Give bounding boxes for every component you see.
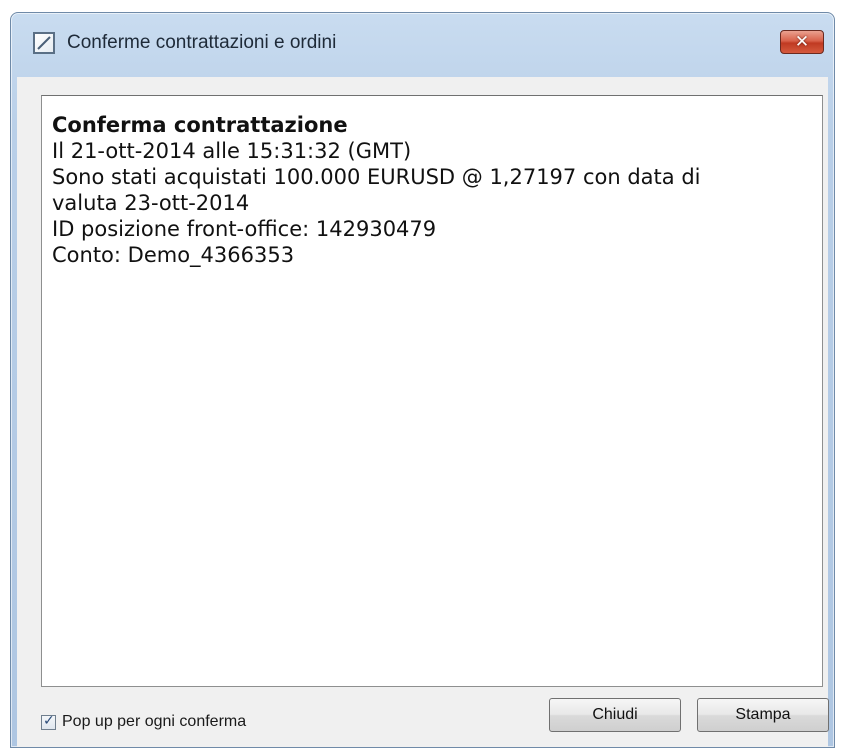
message-line-datetime: Il 21-ott-2014 alle 15:31:32 (GMT)	[52, 139, 412, 163]
message-heading: Conferma contrattazione	[52, 113, 348, 137]
dialog-client-area: Conferma contrattazione Il 21-ott-2014 a…	[17, 77, 829, 747]
title-bar[interactable]: Conferme contrattazioni e ordini ✕	[11, 13, 834, 77]
popup-each-confirmation-checkbox[interactable]: ✓ Pop up per ogni conferma	[41, 713, 246, 731]
checkbox-label: Pop up per ogni conferma	[62, 713, 247, 730]
message-line-account: Conto: Demo_4366353	[52, 243, 295, 267]
close-window-button[interactable]: ✕	[780, 30, 824, 54]
check-icon: ✓	[43, 712, 55, 729]
print-button[interactable]: Stampa	[697, 698, 829, 732]
confirmation-message-box[interactable]: Conferma contrattazione Il 21-ott-2014 a…	[41, 95, 823, 687]
close-button[interactable]: Chiudi	[549, 698, 681, 732]
message-line-position-id: ID posizione front-office: 142930479	[52, 217, 437, 241]
message-line-value-date: valuta 23-ott-2014	[52, 191, 250, 215]
window-title: Conferme contrattazioni e ordini	[67, 32, 337, 53]
confirmation-dialog-window: Conferme contrattazioni e ordini ✕ Confe…	[10, 12, 835, 748]
checkbox-box[interactable]: ✓	[41, 712, 56, 730]
app-window-icon	[33, 32, 55, 54]
message-line-trade: Sono stati acquistati 100.000 EURUSD @ 1…	[52, 165, 701, 189]
close-icon: ✕	[794, 31, 810, 52]
